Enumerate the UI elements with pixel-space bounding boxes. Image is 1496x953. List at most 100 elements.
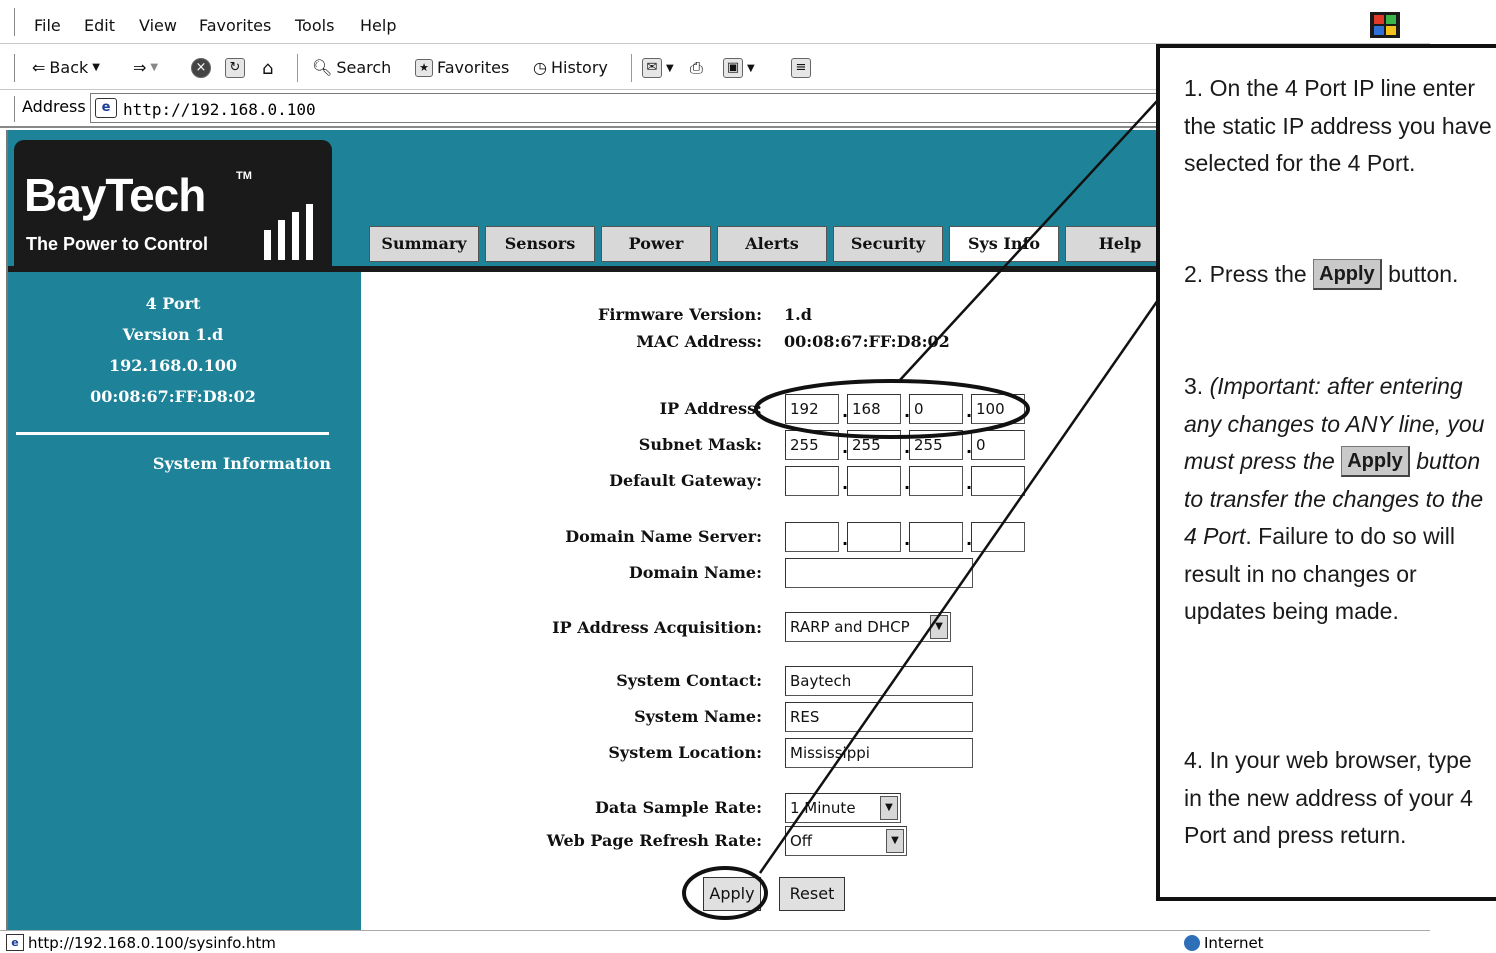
favorites-button[interactable]: ★ Favorites — [415, 58, 509, 77]
menu-file[interactable]: File — [34, 16, 61, 35]
tab-security[interactable]: Security — [833, 226, 943, 262]
dns-octet-1[interactable] — [785, 522, 839, 552]
ip-acquisition-select[interactable]: RARP and DHCP ▼ — [785, 612, 951, 642]
ip-octet-3[interactable]: 0 — [909, 394, 963, 424]
gateway-octet-4[interactable] — [971, 466, 1025, 496]
device-ip: 192.168.0.100 — [108, 356, 238, 375]
sidebar-item-system-information[interactable]: System Information — [153, 454, 331, 473]
history-label: History — [550, 58, 608, 77]
subnet-octet-4[interactable]: 0 — [971, 430, 1025, 460]
step-2-text-end: button. — [1388, 261, 1459, 287]
dns-octet-3[interactable] — [909, 522, 963, 552]
back-arrow-icon: ⇐ — [32, 58, 46, 77]
domain-name-input[interactable] — [785, 558, 973, 588]
forward-arrow-icon: ⇒ — [133, 58, 147, 77]
search-icon: 🔍︎ — [312, 58, 333, 77]
system-location-input[interactable]: Mississippi — [785, 738, 973, 768]
back-button[interactable]: ⇐ Back ▼ — [32, 58, 100, 77]
address-bar-grip — [14, 96, 16, 122]
instruction-step-4: 4. In your web browser, type in the new … — [1184, 747, 1473, 848]
search-button[interactable]: 🔍︎ Search — [312, 58, 391, 77]
discuss-button[interactable]: ≡ — [791, 58, 811, 78]
step-3-number: 3. — [1184, 373, 1204, 399]
instruction-step-3: 3. (Important: after entering any change… — [1184, 368, 1494, 631]
address-label: Address — [22, 97, 86, 116]
page-icon: e — [6, 934, 24, 951]
ip-octet-1[interactable]: 192 — [785, 394, 839, 424]
tab-alerts[interactable]: Alerts — [717, 226, 827, 262]
instruction-callout: 1. On the 4 Port IP line enter the stati… — [1156, 44, 1496, 901]
print-button[interactable]: ⎙ — [690, 58, 703, 78]
gateway-octet-1[interactable] — [785, 466, 839, 496]
gateway-octet-2[interactable] — [847, 466, 901, 496]
menu-bar-grip — [14, 8, 16, 36]
subnet-mask-label: Subnet Mask: — [638, 435, 762, 454]
sidebar: 4 Port Version 1.d 192.168.0.100 00:08:6… — [8, 272, 361, 930]
history-button[interactable]: ◷ History — [533, 58, 608, 77]
reset-button[interactable]: Reset — [779, 877, 845, 911]
security-zone: Internet — [1204, 934, 1264, 952]
stop-button[interactable]: × — [191, 58, 211, 78]
search-label: Search — [336, 58, 392, 77]
toolbar-grip — [14, 54, 16, 82]
ip-acquisition-label: IP Address Acquisition: — [552, 618, 762, 637]
baytech-logo: BayTech TM The Power to Control — [14, 140, 332, 266]
dns-octet-2[interactable] — [847, 522, 901, 552]
subnet-octet-2[interactable]: 255 — [847, 430, 901, 460]
device-mac: 00:08:67:FF:D8:02 — [90, 387, 256, 406]
data-sample-rate-select[interactable]: 1 Minute ▼ — [785, 793, 901, 823]
data-sample-rate-label: Data Sample Rate: — [595, 798, 762, 817]
mail-button[interactable]: ✉ ▼ — [642, 58, 674, 78]
menu-help[interactable]: Help — [360, 16, 396, 35]
default-gateway-label: Default Gateway: — [609, 471, 762, 490]
chevron-down-icon: ▼ — [880, 796, 898, 820]
favorites-label: Favorites — [437, 58, 510, 77]
ip-octet-4[interactable]: 100 — [971, 394, 1025, 424]
sidebar-divider — [16, 432, 329, 435]
menu-view[interactable]: View — [139, 16, 177, 35]
firmware-version-label: Firmware Version: — [598, 305, 762, 324]
dns-octet-4[interactable] — [971, 522, 1025, 552]
domain-name-label: Domain Name: — [628, 563, 762, 582]
ip-octet-2[interactable]: 168 — [847, 394, 901, 424]
system-location-label: System Location: — [608, 743, 762, 762]
refresh-button[interactable]: ↻ — [225, 58, 245, 78]
menu-edit[interactable]: Edit — [84, 16, 115, 35]
toolbar-separator — [631, 54, 632, 82]
refresh-rate-select[interactable]: Off ▼ — [785, 826, 907, 856]
system-contact-input[interactable]: Baytech — [785, 666, 973, 696]
edit-button[interactable]: ▣ ▼ — [723, 58, 755, 78]
page-icon: e — [95, 98, 117, 118]
home-button[interactable]: ⌂ — [262, 58, 273, 79]
tab-sys-info[interactable]: Sys Info — [949, 226, 1059, 262]
subnet-octet-1[interactable]: 255 — [785, 430, 839, 460]
history-icon: ◷ — [533, 58, 547, 77]
chevron-down-icon: ▼ — [886, 829, 904, 853]
device-name: 4 Port — [145, 294, 201, 313]
apply-button[interactable]: Apply — [703, 877, 761, 911]
subnet-octet-3[interactable]: 255 — [909, 430, 963, 460]
system-name-input[interactable]: RES — [785, 702, 973, 732]
system-contact-label: System Contact: — [616, 671, 762, 690]
status-url: http://192.168.0.100/sysinfo.htm — [28, 934, 276, 952]
tab-power[interactable]: Power — [601, 226, 711, 262]
address-input[interactable]: e http://192.168.0.100 — [90, 93, 1190, 123]
menu-bar: File Edit View Favorites Tools Help — [0, 0, 1430, 44]
menu-tools[interactable]: Tools — [295, 16, 334, 35]
instruction-step-1: 1. On the 4 Port IP line enter the stati… — [1184, 75, 1492, 176]
discuss-icon: ≡ — [791, 58, 811, 78]
tab-summary[interactable]: Summary — [369, 226, 479, 262]
logo-bars-icon — [262, 204, 318, 260]
dns-label: Domain Name Server: — [565, 527, 762, 546]
refresh-rate-label: Web Page Refresh Rate: — [546, 831, 762, 850]
apply-button-reference: Apply — [1313, 259, 1382, 290]
brand-tagline: The Power to Control — [26, 234, 208, 254]
home-icon: ⌂ — [262, 58, 274, 79]
apply-button-reference: Apply — [1341, 446, 1410, 477]
forward-button[interactable]: ⇒ ▼ — [133, 58, 158, 77]
system-name-label: System Name: — [634, 707, 762, 726]
tab-sensors[interactable]: Sensors — [485, 226, 595, 262]
mac-address-value: 00:08:67:FF:D8:02 — [784, 332, 950, 351]
gateway-octet-3[interactable] — [909, 466, 963, 496]
menu-favorites[interactable]: Favorites — [199, 16, 271, 35]
